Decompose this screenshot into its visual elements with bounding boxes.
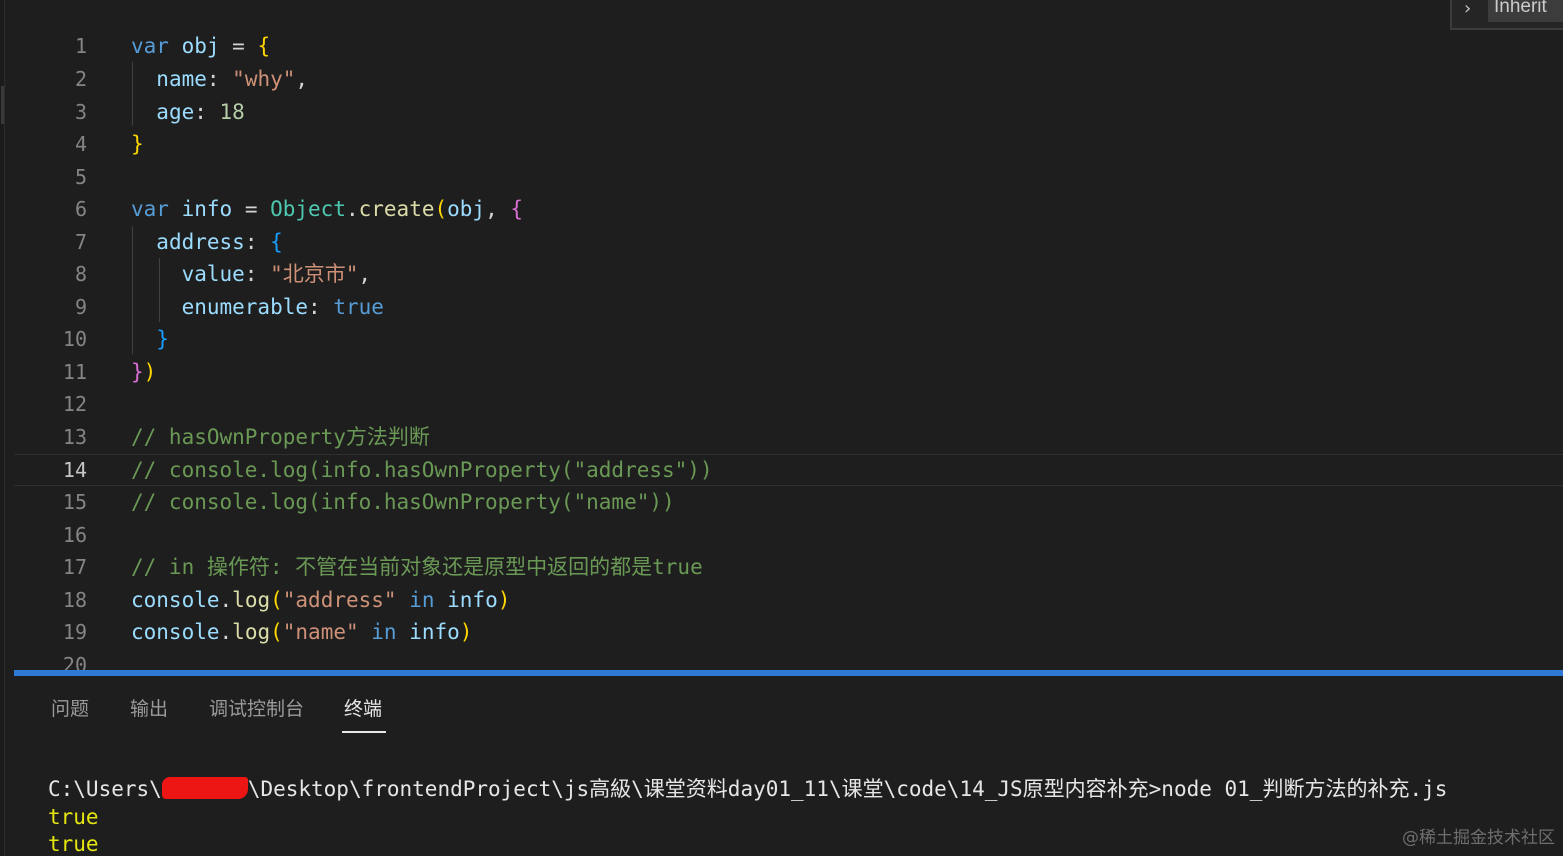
- code-text: }): [131, 360, 157, 384]
- chevron-right-icon[interactable]: ›: [1464, 0, 1471, 19]
- vscode-window: 1 var obj = { 2 name: "why", 3 age: 18 4…: [0, 0, 1563, 856]
- code-text: address: {: [156, 230, 283, 254]
- line-number: 9: [74, 295, 87, 319]
- code-text: }: [156, 327, 169, 351]
- code-text: enumerable: true: [181, 295, 384, 319]
- code-line[interactable]: 8 value: "北京市",: [14, 258, 1563, 290]
- code-text: }: [131, 132, 144, 156]
- code-editor[interactable]: 1 var obj = { 2 name: "why", 3 age: 18 4…: [14, 0, 1563, 670]
- code-line[interactable]: 9 enumerable: true: [14, 291, 1563, 323]
- code-line[interactable]: 2 name: "why",: [14, 63, 1563, 95]
- line-number: 2: [74, 67, 87, 91]
- line-number: 16: [62, 523, 87, 547]
- code-text: age: 18: [156, 100, 245, 124]
- code-line[interactable]: 7 address: {: [14, 226, 1563, 258]
- code-line[interactable]: 3 age: 18: [14, 96, 1563, 128]
- line-number: 20: [62, 653, 87, 670]
- line-number: 8: [74, 262, 87, 286]
- watermark: @稀土掘金技术社区: [1402, 828, 1555, 848]
- line-number: 7: [74, 230, 87, 254]
- code-line[interactable]: 20: [14, 649, 1563, 670]
- line-number: 5: [74, 165, 87, 189]
- line-number: 15: [62, 490, 87, 514]
- bottom-panel: 问题 输出 调试控制台 终端 C:\Users\ \Desktop\fronten…: [14, 676, 1563, 856]
- peek-label[interactable]: Inherit: [1488, 0, 1563, 22]
- line-number: 1: [74, 34, 87, 58]
- code-line[interactable]: 19 console.log("name" in info): [14, 616, 1563, 648]
- code-line[interactable]: 13 // hasOwnProperty方法判断: [14, 421, 1563, 453]
- code-line[interactable]: 6 var info = Object.create(obj, {: [14, 193, 1563, 225]
- line-number: 6: [74, 197, 87, 221]
- code-line[interactable]: 16: [14, 519, 1563, 551]
- tab-terminal[interactable]: 终端: [344, 694, 382, 721]
- code-comment: // hasOwnProperty方法判断: [131, 425, 430, 449]
- code-line[interactable]: 18 console.log("address" in info): [14, 584, 1563, 616]
- redacted-username: [161, 777, 248, 799]
- code-text: var obj = {: [131, 34, 271, 58]
- terminal-output-line: true: [48, 832, 99, 856]
- code-comment: // console.log(info.hasOwnProperty("addr…: [131, 458, 713, 482]
- active-tab-indicator: [342, 731, 386, 733]
- code-line[interactable]: 15 // console.log(info.hasOwnProperty("n…: [14, 486, 1563, 518]
- code-line[interactable]: 4 }: [14, 128, 1563, 160]
- breadcrumb-peek[interactable]: › Inherit: [1450, 0, 1563, 30]
- tab-problems[interactable]: 问题: [51, 694, 89, 721]
- code-comment: // console.log(info.hasOwnProperty("name…: [131, 490, 675, 514]
- tab-output[interactable]: 输出: [130, 694, 168, 721]
- code-line[interactable]: 5: [14, 161, 1563, 193]
- code-comment: // in 操作符: 不管在当前对象还是原型中返回的都是true: [131, 555, 703, 579]
- line-number: 11: [62, 360, 87, 384]
- line-number: 18: [62, 588, 87, 612]
- line-number: 3: [74, 100, 87, 124]
- line-number: 19: [62, 620, 87, 644]
- terminal-output-line: true: [48, 805, 99, 829]
- code-text: value: "北京市",: [181, 262, 372, 286]
- line-number: 13: [62, 425, 87, 449]
- code-text: console.log("address" in info): [131, 588, 511, 612]
- code-line[interactable]: 1 var obj = {: [14, 30, 1563, 62]
- code-line[interactable]: 17 // in 操作符: 不管在当前对象还是原型中返回的都是true: [14, 551, 1563, 583]
- code-line[interactable]: 12: [14, 388, 1563, 420]
- panel-tabs: 问题 输出 调试控制台 终端: [14, 676, 614, 736]
- line-number: 14: [62, 458, 87, 482]
- activity-edge: [0, 0, 5, 856]
- tab-debug-console[interactable]: 调试控制台: [209, 694, 304, 721]
- terminal-prompt[interactable]: C:\Users\ \Desktop\frontendProject\js高級\课…: [48, 776, 1447, 802]
- code-line[interactable]: 11 }): [14, 356, 1563, 388]
- code-text: var info = Object.create(obj, {: [131, 197, 524, 221]
- scroll-marker: [1, 86, 4, 124]
- code-text: console.log("name" in info): [131, 620, 473, 644]
- line-number: 10: [62, 327, 87, 351]
- line-number: 17: [62, 555, 87, 579]
- code-text: name: "why",: [156, 67, 309, 91]
- line-number: 12: [62, 392, 87, 416]
- code-line[interactable]: 10 }: [14, 323, 1563, 355]
- code-line-current[interactable]: 14 // console.log(info.hasOwnProperty("a…: [14, 454, 1563, 486]
- line-number: 4: [74, 132, 87, 156]
